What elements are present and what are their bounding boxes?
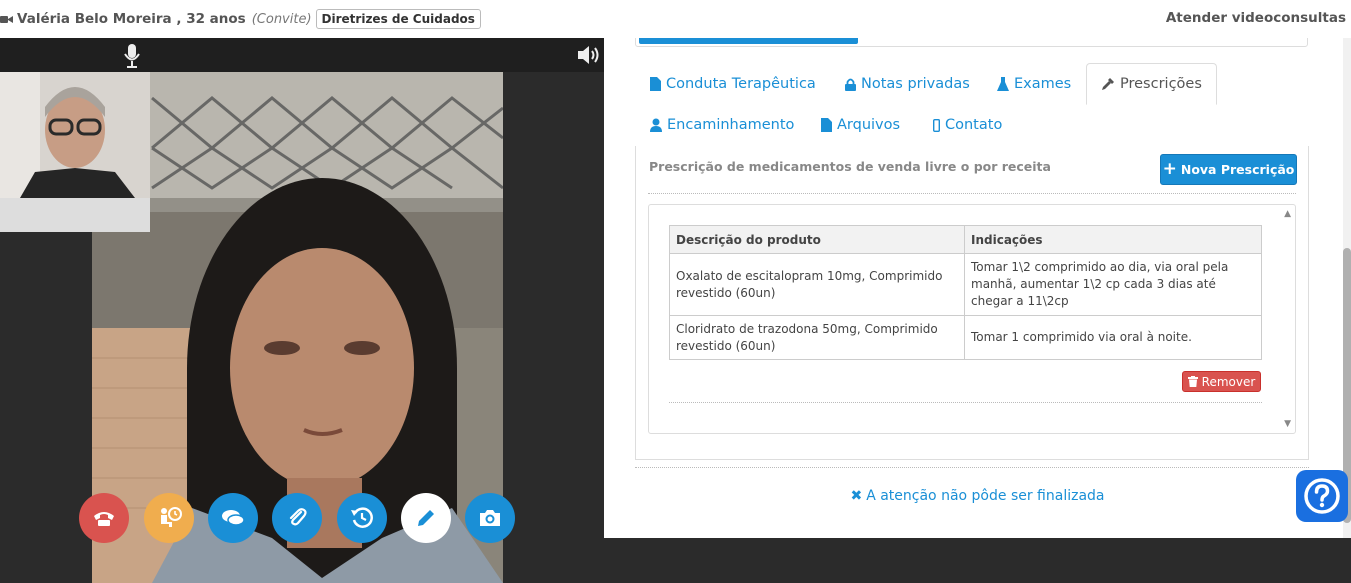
tab-encaminhamento[interactable]: Encaminhamento [650,115,794,135]
tab-exames[interactable]: Exames [997,74,1071,94]
table-header-row: Descrição do produto Indicações [669,225,1262,254]
prescription-list[interactable]: ▲ Descrição do produto Indicações Oxalat… [648,204,1296,434]
eyedropper-icon [1102,78,1114,90]
hangup-button[interactable] [79,493,129,543]
history-icon [351,507,373,528]
top-bar: Valéria Belo Moreira , 32 anos (Convite)… [0,0,1351,38]
speaker-icon[interactable] [576,43,600,67]
tab-arquivos[interactable]: Arquivos [821,115,900,135]
pencil-icon [418,510,434,526]
close-icon: ✖ [850,488,863,504]
video-camera-icon [0,15,13,23]
prescriptions-panel: Prescrição de medicamentos de venda livr… [635,146,1309,460]
divider [635,467,1309,468]
mobile-icon [933,118,940,132]
tab-notas-privadas[interactable]: Notas privadas [845,74,970,94]
question-icon [1304,478,1340,514]
file-icon [821,118,832,132]
chat-button[interactable] [208,493,258,543]
waiting-room-button[interactable] [144,493,194,543]
remove-label: Remover [1201,374,1256,389]
help-button[interactable] [1296,470,1348,522]
scroll-down-icon[interactable]: ▼ [1284,419,1291,429]
tab-label: Conduta Terapêutica [666,76,816,92]
phone-icon [94,512,114,526]
panel-bottom-strip [604,538,1351,583]
tab-label: Contato [945,117,1003,133]
local-video-feed [0,72,150,198]
local-video [0,72,150,232]
plus-icon: + [1162,159,1177,179]
attachment-button[interactable] [272,493,322,543]
history-button[interactable] [337,493,387,543]
clinical-panel: Conduta Terapêutica Notas privadas Exame… [604,38,1351,538]
video-top-strip [150,38,604,72]
scroll-up-icon[interactable]: ▲ [1284,209,1291,219]
column-header: Descrição do produto [669,225,965,254]
file-icon [650,77,661,91]
invite-label: (Convite) [251,11,312,27]
product-cell: Oxalato de escitalopram 10mg, Comprimido… [669,253,965,316]
care-guidelines-button[interactable]: Diretrizes de Cuidados [315,9,481,29]
attend-video-consultations-link[interactable]: Atender videoconsultas [1166,10,1346,26]
tab-label: Exames [1014,76,1072,92]
divider [669,402,1262,403]
snapshot-button[interactable] [465,493,515,543]
tab-label: Prescrições [1120,76,1202,92]
column-header: Indicações [964,225,1262,254]
not-finalized-message[interactable]: ✖ A atenção não pôde ser finalizada [604,488,1351,504]
trash-icon [1187,376,1198,387]
edit-button[interactable] [401,493,451,543]
table-row: Cloridrato de trazodona 50mg, Comprimido… [669,315,1262,360]
tab-prescricoes[interactable]: Prescrições [1086,63,1217,105]
indication-cell: Tomar 1\2 comprimido ao dia, via oral pe… [964,253,1262,316]
paperclip-icon [289,508,307,526]
chat-icon [222,510,245,526]
remove-button[interactable]: Remover [1182,371,1261,392]
previous-section-button[interactable] [639,38,858,44]
patient-name: Valéria Belo Moreira , 32 anos [17,11,246,27]
new-prescription-button[interactable]: + Nova Prescrição [1160,154,1297,185]
flask-icon [997,77,1009,91]
tab-label: Encaminhamento [667,117,795,133]
not-finalized-text: A atenção não pôde ser finalizada [866,488,1105,504]
table-row: Oxalato de escitalopram 10mg, Comprimido… [669,253,1262,316]
tab-contato[interactable]: Contato [933,115,1002,135]
indication-cell: Tomar 1 comprimido via oral à noite. [964,315,1262,360]
video-area [0,38,604,583]
divider [648,193,1296,194]
camera-icon [480,510,500,526]
lock-icon [845,78,856,91]
tab-conduta-terapeutica[interactable]: Conduta Terapêutica [650,74,816,94]
microphone-icon[interactable] [122,43,142,69]
tab-label: Arquivos [837,117,901,133]
prescription-title: Prescrição de medicamentos de venda livr… [649,159,1051,174]
user-md-icon [650,118,662,132]
patient-info: Valéria Belo Moreira , 32 anos (Convite)… [0,9,481,29]
prescription-table: Descrição do produto Indicações Oxalato … [669,225,1262,360]
new-prescription-label: Nova Prescrição [1180,162,1295,177]
tab-label: Notas privadas [861,76,970,92]
waiting-clock-icon [161,507,182,527]
product-cell: Cloridrato de trazodona 50mg, Comprimido… [669,315,965,360]
